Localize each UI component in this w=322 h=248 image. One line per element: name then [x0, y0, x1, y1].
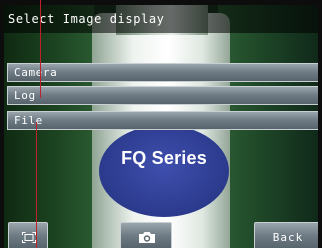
- menu-item-file[interactable]: File: [7, 111, 318, 130]
- menu-item-camera[interactable]: Camera: [7, 63, 318, 82]
- screen-title: Select Image display: [8, 12, 165, 26]
- title-bar: Select Image display: [4, 5, 318, 33]
- fit-screen-button[interactable]: [8, 222, 48, 248]
- image-display-screen: FQ Series Select Image display Camera Lo…: [4, 5, 318, 248]
- capture-image-button[interactable]: [120, 222, 172, 248]
- product-label: [99, 125, 229, 217]
- callout-line-top: [40, 0, 41, 98]
- menu-item-log[interactable]: Log: [7, 86, 318, 105]
- back-button[interactable]: Back: [254, 222, 318, 248]
- menu-item-label: File: [14, 114, 43, 127]
- camera-icon: [138, 231, 156, 244]
- callout-line-bottom: [36, 122, 37, 248]
- product-label-text: FQ Series: [121, 148, 207, 168]
- menu-item-label: Camera: [14, 66, 58, 79]
- menu-item-label: Log: [14, 89, 36, 102]
- fit-screen-icon: [22, 232, 36, 243]
- back-button-label: Back: [272, 231, 304, 244]
